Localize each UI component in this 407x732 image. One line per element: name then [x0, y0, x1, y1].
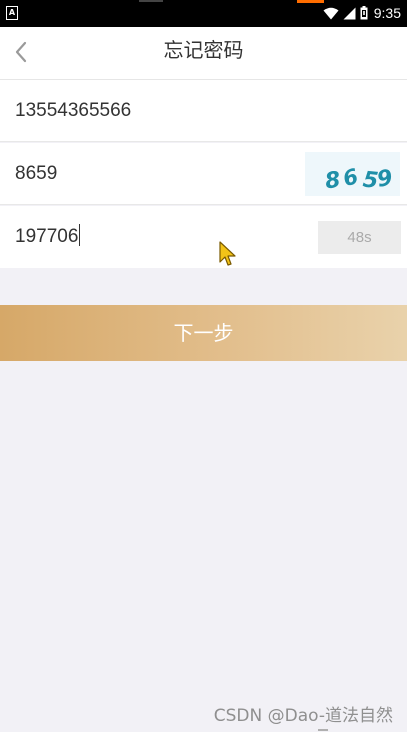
battery-icon: [360, 6, 368, 20]
status-notch: [139, 0, 163, 2]
watermark: CSDN @Dao-道法自然: [213, 706, 393, 726]
bottom-indicator: [318, 729, 328, 731]
captcha-input[interactable]: 8659: [15, 143, 57, 205]
resend-code-button[interactable]: 48s: [318, 221, 401, 254]
divider: [0, 204, 407, 205]
mouse-pointer-icon: [219, 241, 236, 266]
nav-bar: 忘记密码: [0, 27, 407, 80]
status-time: 9:35: [373, 5, 401, 21]
sms-code-input[interactable]: 197706: [15, 206, 81, 268]
page-title: 忘记密码: [163, 38, 244, 62]
wifi-icon: [323, 7, 339, 19]
status-bar: A 9:35: [0, 0, 407, 27]
captcha-char: 8: [324, 168, 343, 195]
captcha-graphic: 8 6 5 9: [324, 164, 395, 195]
status-accent-bar: [297, 0, 324, 3]
captcha-row: 8659 8 6 5 9: [0, 143, 407, 205]
signal-icon: [343, 7, 356, 19]
next-step-button[interactable]: 下一步: [0, 305, 407, 361]
text-caret: [79, 224, 81, 247]
divider: [0, 141, 407, 142]
phone-row: 13554365566: [0, 80, 407, 142]
app-notification-icon: A: [6, 6, 18, 20]
captcha-image[interactable]: 8 6 5 9: [305, 152, 400, 196]
phone-input[interactable]: 13554365566: [15, 80, 131, 142]
status-icons: 9:35: [323, 4, 401, 22]
captcha-char: 9: [375, 166, 394, 193]
sms-code-text: 197706: [15, 226, 79, 247]
captcha-char: 6: [340, 164, 361, 191]
sms-code-row: 197706 48s: [0, 206, 407, 268]
